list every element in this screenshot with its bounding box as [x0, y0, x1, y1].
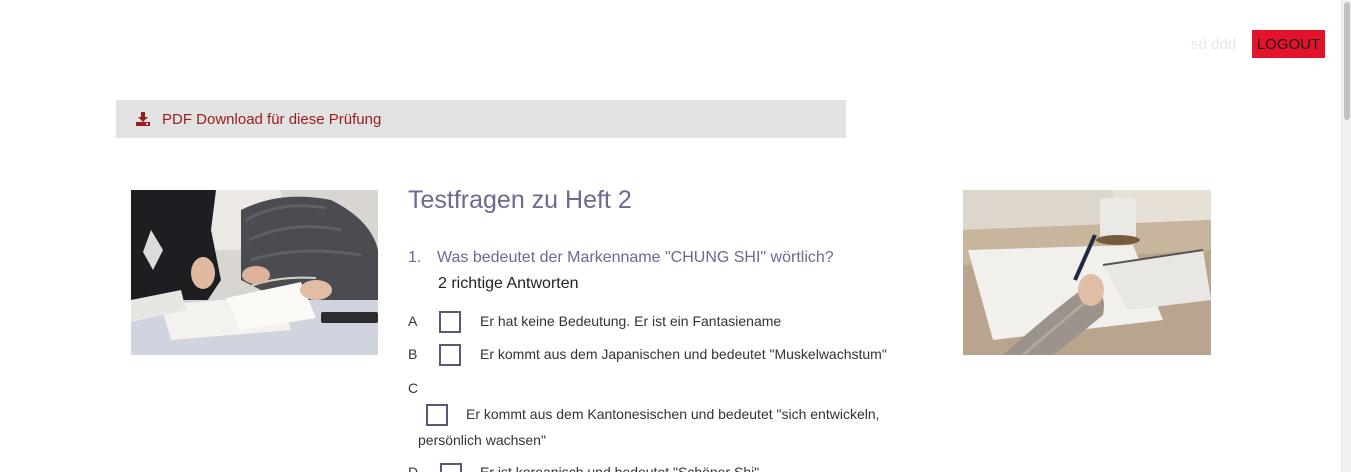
user-name: sd ddd	[1191, 36, 1237, 53]
students-photo	[131, 190, 378, 355]
question-number: 1.	[408, 249, 422, 266]
download-label: PDF Download für diese Prüfung	[162, 110, 382, 128]
option-letter-d: D	[408, 464, 419, 472]
option-letter-b: B	[408, 346, 418, 362]
pdf-download-link[interactable]: PDF Download für diese Prüfung	[116, 100, 846, 138]
download-icon	[136, 112, 150, 126]
option-d-text: Er ist koreanisch und bedeutet "Schöner …	[480, 464, 760, 472]
option-letter-c: C	[408, 380, 419, 396]
scrollbar-thumb[interactable]	[1344, 2, 1350, 120]
writing-photo	[963, 190, 1211, 355]
answer-count-hint: 2 richtige Antworten	[438, 275, 579, 292]
exam-page: sd ddd LOGOUT PDF Download für diese Prü…	[0, 0, 1351, 472]
option-b-checkbox[interactable]	[439, 344, 461, 366]
quiz-title: Testfragen zu Heft 2	[408, 186, 632, 214]
option-b-text: Er kommt aus dem Japanischen und bedeute…	[480, 346, 887, 362]
option-letter-a: A	[408, 313, 418, 329]
option-a-checkbox[interactable]	[439, 311, 461, 333]
logout-button[interactable]: LOGOUT	[1252, 30, 1325, 58]
option-c-checkbox[interactable]	[426, 404, 448, 426]
option-c-text-line1: Er kommt aus dem Kantonesischen und bede…	[466, 406, 880, 422]
option-c-text-line2: persönlich wachsen"	[418, 432, 546, 448]
option-d-checkbox[interactable]	[440, 463, 462, 472]
page-scrollbar[interactable]	[1341, 0, 1351, 472]
option-a-text: Er hat keine Bedeutung. Er ist ein Fanta…	[480, 313, 782, 329]
question-text: Was bedeutet der Markenname "CHUNG SHI" …	[437, 249, 834, 266]
